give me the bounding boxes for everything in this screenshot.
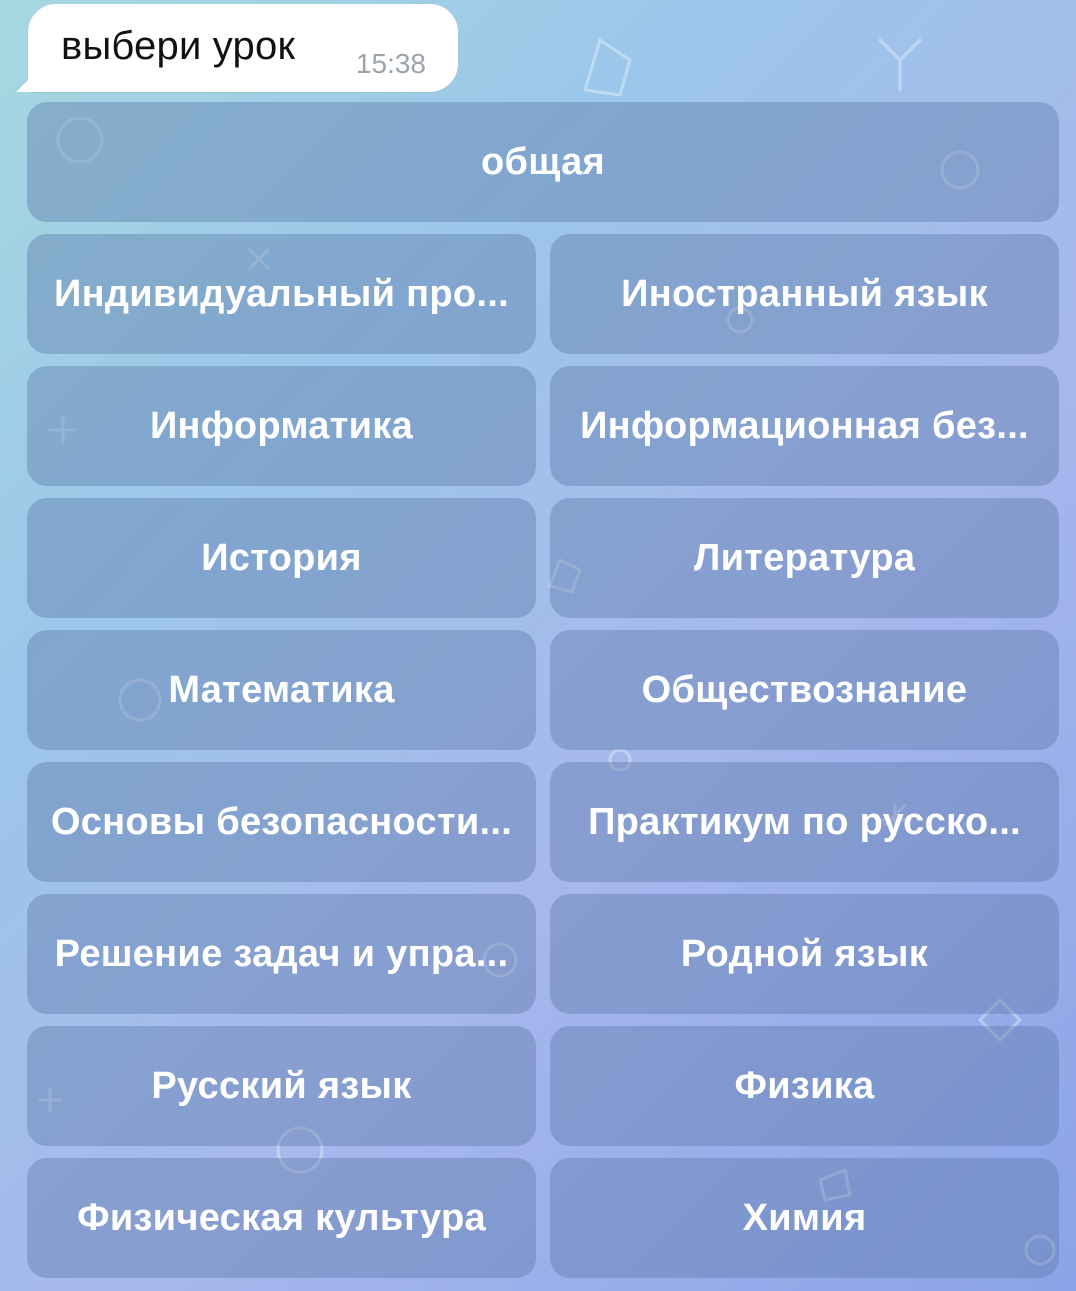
message-timestamp: 15:38 xyxy=(355,48,426,79)
lesson-button[interactable]: Основы безопасности... xyxy=(27,762,536,882)
lesson-button-label: Решение задач и упра... xyxy=(54,932,509,975)
lesson-button-label: Химия xyxy=(742,1196,867,1239)
lesson-button[interactable]: Русский язык xyxy=(27,1026,536,1146)
lesson-button[interactable]: Решение задач и упра... xyxy=(27,894,536,1014)
lesson-button-label: Математика xyxy=(168,668,395,711)
lesson-button[interactable]: Математика xyxy=(27,630,536,750)
lesson-button-label: Индивидуальный про... xyxy=(54,272,509,315)
message-bubble: выбери урок 15:38 xyxy=(28,4,458,92)
lesson-button[interactable]: Индивидуальный про... xyxy=(27,234,536,354)
keyboard-row: Индивидуальный про... Иностранный язык xyxy=(27,234,1059,354)
lesson-button-label: Физика xyxy=(734,1064,875,1107)
keyboard-row: История Литература xyxy=(27,498,1059,618)
keyboard-row: Математика Обществознание xyxy=(27,630,1059,750)
lesson-button[interactable]: Практикум по русско... xyxy=(550,762,1059,882)
keyboard-row: Физическая культура Химия xyxy=(27,1158,1059,1278)
lesson-button-label: Информационная без... xyxy=(580,404,1029,447)
lesson-button[interactable]: Литература xyxy=(550,498,1059,618)
lesson-button[interactable]: Иностранный язык xyxy=(550,234,1059,354)
chat-area: выбери урок 15:38 общая Индивидуальный п… xyxy=(0,0,1076,1291)
keyboard-row: общая xyxy=(27,102,1059,222)
keyboard-row: Информатика Информационная без... xyxy=(27,366,1059,486)
lesson-button[interactable]: Информационная без... xyxy=(550,366,1059,486)
lesson-button-label: Информатика xyxy=(149,404,414,447)
keyboard-row: Основы безопасности... Практикум по русс… xyxy=(27,762,1059,882)
lesson-button-general[interactable]: общая xyxy=(27,102,1059,222)
lesson-button-label: общая xyxy=(480,140,606,183)
lesson-button[interactable]: Физическая культура xyxy=(27,1158,536,1278)
lesson-button-label: Физическая культура xyxy=(77,1196,486,1239)
keyboard-row: Решение задач и упра... Родной язык xyxy=(27,894,1059,1014)
lesson-button-label: Русский язык xyxy=(151,1064,412,1107)
lesson-button-label: Иностранный язык xyxy=(621,272,988,315)
inline-keyboard: общая Индивидуальный про... Иностранный … xyxy=(27,102,1059,1290)
lesson-button[interactable]: Информатика xyxy=(27,366,536,486)
lesson-button-label: Практикум по русско... xyxy=(588,800,1021,843)
lesson-button-label: История xyxy=(201,536,362,579)
keyboard-row: Русский язык Физика xyxy=(27,1026,1059,1146)
lesson-button-label: Обществознание xyxy=(641,668,968,711)
lesson-button[interactable]: История xyxy=(27,498,536,618)
lesson-button[interactable]: Обществознание xyxy=(550,630,1059,750)
lesson-button-label: Литература xyxy=(693,536,916,579)
lesson-button-label: Родной язык xyxy=(680,932,929,975)
lesson-button[interactable]: Химия xyxy=(550,1158,1059,1278)
lesson-button-label: Основы безопасности... xyxy=(50,800,513,843)
lesson-button[interactable]: Родной язык xyxy=(550,894,1059,1014)
lesson-button[interactable]: Физика xyxy=(550,1026,1059,1146)
